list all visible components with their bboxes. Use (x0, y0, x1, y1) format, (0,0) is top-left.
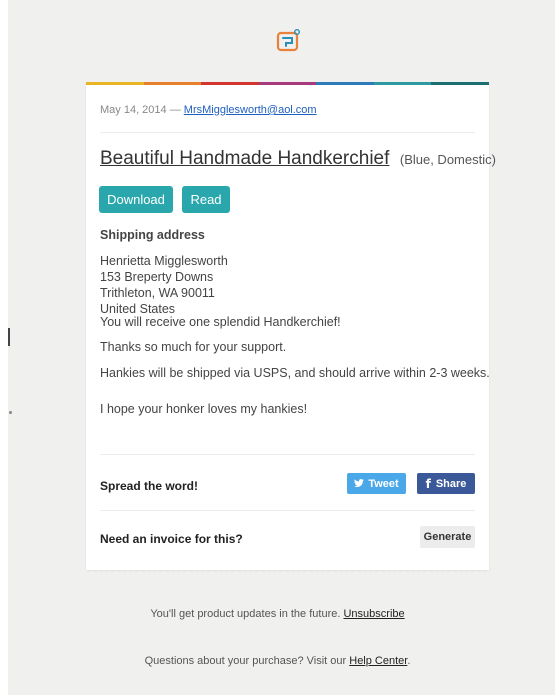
receipt-logo-icon (276, 29, 301, 52)
divider (100, 454, 475, 455)
edge-dot (9, 411, 12, 414)
address-street: 153 Breperty Downs (100, 270, 214, 284)
generate-invoice-button[interactable]: Generate (420, 526, 475, 548)
questions-text: Questions about your purchase? Visit our (144, 655, 347, 667)
spread-the-word-label: Spread the word! (100, 479, 199, 493)
order-meta: May 14, 2014 — MrsMigglesworth@aol.com (100, 104, 317, 116)
window-edge (0, 0, 8, 695)
tweet-label: Tweet (368, 477, 399, 490)
tweet-button[interactable]: Tweet (347, 473, 406, 494)
product-title-link[interactable]: Beautiful Handmade Handkerchief (100, 148, 389, 169)
facebook-share-button[interactable]: f Share (417, 473, 475, 494)
twitter-bird-icon (354, 479, 365, 488)
stripe-segment (373, 82, 432, 85)
product-heading: Beautiful Handmade Handkerchief (Blue, D… (100, 148, 496, 170)
invoice-label: Need an invoice for this? (100, 532, 243, 546)
receipt-card: May 14, 2014 — MrsMigglesworth@aol.com B… (86, 82, 496, 574)
divider (100, 132, 475, 133)
read-button[interactable]: Read (182, 186, 230, 213)
help-notice: Questions about your purchase? Visit our… (0, 655, 555, 667)
help-center-link[interactable]: Help Center (349, 655, 407, 667)
message-line: Hankies will be shipped via USPS, and sh… (100, 366, 490, 380)
unsubscribe-link[interactable]: Unsubscribe (343, 608, 404, 620)
share-label: Share (435, 477, 467, 490)
updates-notice: You'll get product updates in the future… (0, 608, 555, 620)
stripe-segment (316, 82, 374, 85)
scroll-tick (8, 328, 10, 346)
address-name: Henrietta Migglesworth (100, 254, 228, 268)
torn-edge (86, 570, 489, 574)
stripe-segment (258, 82, 317, 85)
period: . (407, 655, 411, 667)
shipping-heading: Shipping address (100, 228, 205, 242)
stripe-segment (201, 82, 259, 85)
facebook-f-icon: f (425, 476, 431, 491)
download-button[interactable]: Download (99, 186, 173, 213)
stripe-segment (431, 82, 490, 85)
stripe-segment (86, 82, 144, 85)
product-variant: (Blue, Domestic) (399, 152, 496, 167)
message-line: You will receive one splendid Handkerchi… (100, 315, 341, 329)
order-date: May 14, 2014 — (100, 104, 181, 116)
stripe-segment (143, 82, 202, 85)
updates-text: You'll get product updates in the future… (150, 608, 341, 620)
address-city: Trithleton, WA 90011 (100, 286, 215, 300)
message-line: Thanks so much for your support. (100, 340, 287, 354)
color-stripe (86, 82, 490, 85)
shipping-address: Henrietta Migglesworth 153 Breperty Down… (100, 253, 228, 317)
divider (100, 510, 475, 511)
message-line: I hope your honker loves my hankies! (100, 402, 308, 416)
customer-email-link[interactable]: MrsMigglesworth@aol.com (184, 104, 317, 116)
